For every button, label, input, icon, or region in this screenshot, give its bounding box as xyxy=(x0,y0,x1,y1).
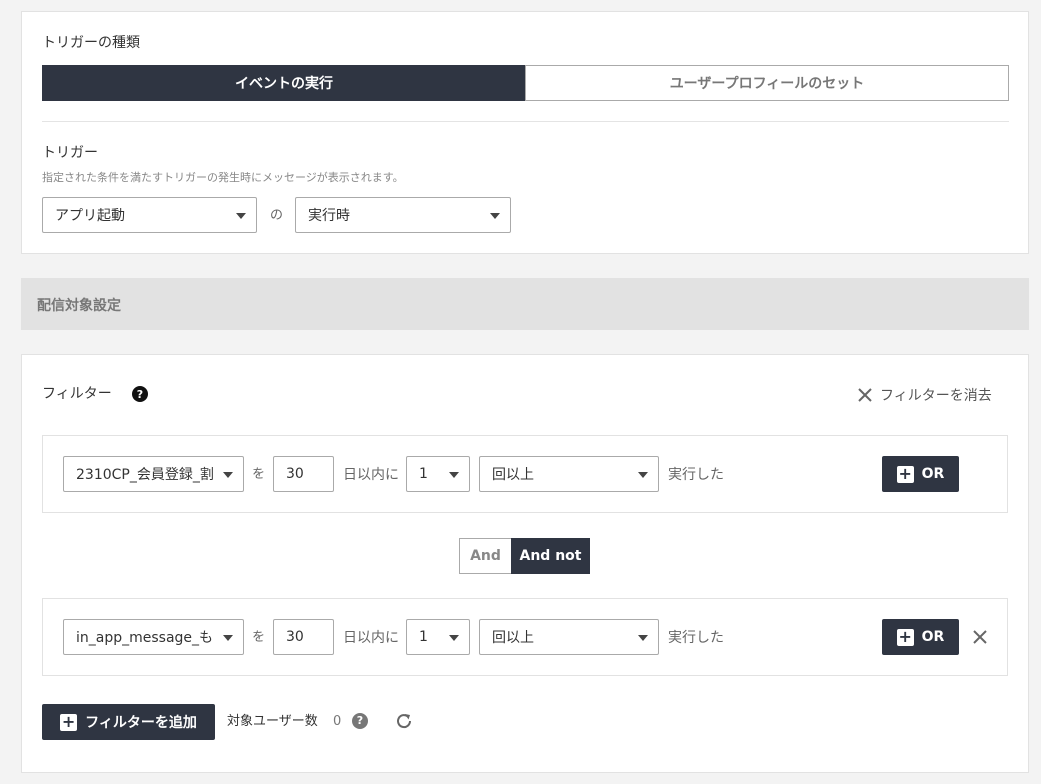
filter-suffix: 実行した xyxy=(668,467,724,483)
filter-days-input[interactable]: 30 xyxy=(273,456,334,492)
or-label: OR xyxy=(921,629,945,645)
and-not-toggle[interactable]: And not xyxy=(511,538,590,574)
plus-icon: + xyxy=(896,464,914,483)
delivery-section-header: 配信対象設定 xyxy=(21,278,1029,330)
close-icon xyxy=(858,388,872,402)
divider xyxy=(42,121,1009,122)
filter-condition-value: 回以上 xyxy=(492,630,534,646)
help-icon[interactable]: ? xyxy=(352,713,368,729)
caret-down-icon xyxy=(490,213,500,219)
filter-suffix: 実行した xyxy=(668,630,724,646)
or-label: OR xyxy=(921,466,945,482)
caret-down-icon xyxy=(223,635,233,641)
or-button[interactable]: + OR xyxy=(882,456,959,492)
trigger-label: トリガー xyxy=(42,145,98,161)
filter-event-select[interactable]: in_app_message_も xyxy=(63,619,244,655)
trigger-timing-value: 実行時 xyxy=(308,208,350,224)
caret-down-icon xyxy=(449,635,459,641)
clear-filter-button[interactable]: フィルターを消去 xyxy=(858,385,992,405)
caret-down-icon xyxy=(638,635,648,641)
or-button[interactable]: + OR xyxy=(882,619,959,655)
delivery-section-title: 配信対象設定 xyxy=(37,298,121,314)
filter-count-select[interactable]: 1 xyxy=(406,456,470,492)
and-toggle[interactable]: And xyxy=(459,538,512,574)
caret-down-icon xyxy=(638,472,648,478)
target-users-label: 対象ユーザー数 xyxy=(227,714,318,729)
filter-particle: を xyxy=(252,467,266,482)
filter-days-input[interactable]: 30 xyxy=(273,619,334,655)
filter-label: フィルター xyxy=(42,386,112,402)
filter-event-value: 2310CP_会員登録_割 xyxy=(76,467,214,483)
filter-count-select[interactable]: 1 xyxy=(406,619,470,655)
plus-icon: + xyxy=(896,627,914,646)
trigger-event-value: アプリ起動 xyxy=(55,208,125,224)
filter-days-suffix: 日以内に xyxy=(343,467,399,483)
filter-particle: を xyxy=(252,630,266,645)
filter-days-suffix: 日以内に xyxy=(343,630,399,646)
tab-user-profile-set[interactable]: ユーザープロフィールのセット xyxy=(525,65,1009,101)
caret-down-icon xyxy=(449,472,459,478)
remove-filter-icon[interactable] xyxy=(973,630,987,644)
filter-condition-value: 回以上 xyxy=(492,467,534,483)
filter-event-value: in_app_message_も xyxy=(76,630,214,646)
filter-count-value: 1 xyxy=(419,466,428,482)
filter-count-value: 1 xyxy=(419,629,428,645)
target-users-count: 0 xyxy=(333,714,342,729)
filter-row: 2310CP_会員登録_割 を 30 日以内に 1 回以上 実行した + OR xyxy=(42,435,1008,513)
filter-condition-select[interactable]: 回以上 xyxy=(479,619,659,655)
refresh-icon[interactable] xyxy=(395,712,413,730)
filter-card: フィルター ? フィルターを消去 2310CP_会員登録_割 を 30 日以内に… xyxy=(21,354,1029,773)
caret-down-icon xyxy=(236,213,246,219)
tab-event-execution[interactable]: イベントの実行 xyxy=(42,65,526,101)
help-icon[interactable]: ? xyxy=(132,386,148,402)
add-filter-label: フィルターを追加 xyxy=(85,715,197,731)
filter-event-select[interactable]: 2310CP_会員登録_割 xyxy=(63,456,244,492)
trigger-hint: 指定された条件を満たすトリガーの発生時にメッセージが表示されます。 xyxy=(42,171,404,184)
trigger-card: トリガーの種類 イベントの実行 ユーザープロフィールのセット トリガー 指定され… xyxy=(21,11,1029,254)
caret-down-icon xyxy=(223,472,233,478)
trigger-timing-select[interactable]: 実行時 xyxy=(295,197,511,233)
plus-icon: + xyxy=(60,712,78,731)
trigger-event-select[interactable]: アプリ起動 xyxy=(42,197,257,233)
trigger-connector: の xyxy=(270,208,284,223)
trigger-type-label: トリガーの種類 xyxy=(42,35,140,51)
filter-condition-select[interactable]: 回以上 xyxy=(479,456,659,492)
add-filter-button[interactable]: + フィルターを追加 xyxy=(42,704,215,740)
filter-row: in_app_message_も を 30 日以内に 1 回以上 実行した + … xyxy=(42,598,1008,676)
clear-filter-label: フィルターを消去 xyxy=(880,388,992,404)
